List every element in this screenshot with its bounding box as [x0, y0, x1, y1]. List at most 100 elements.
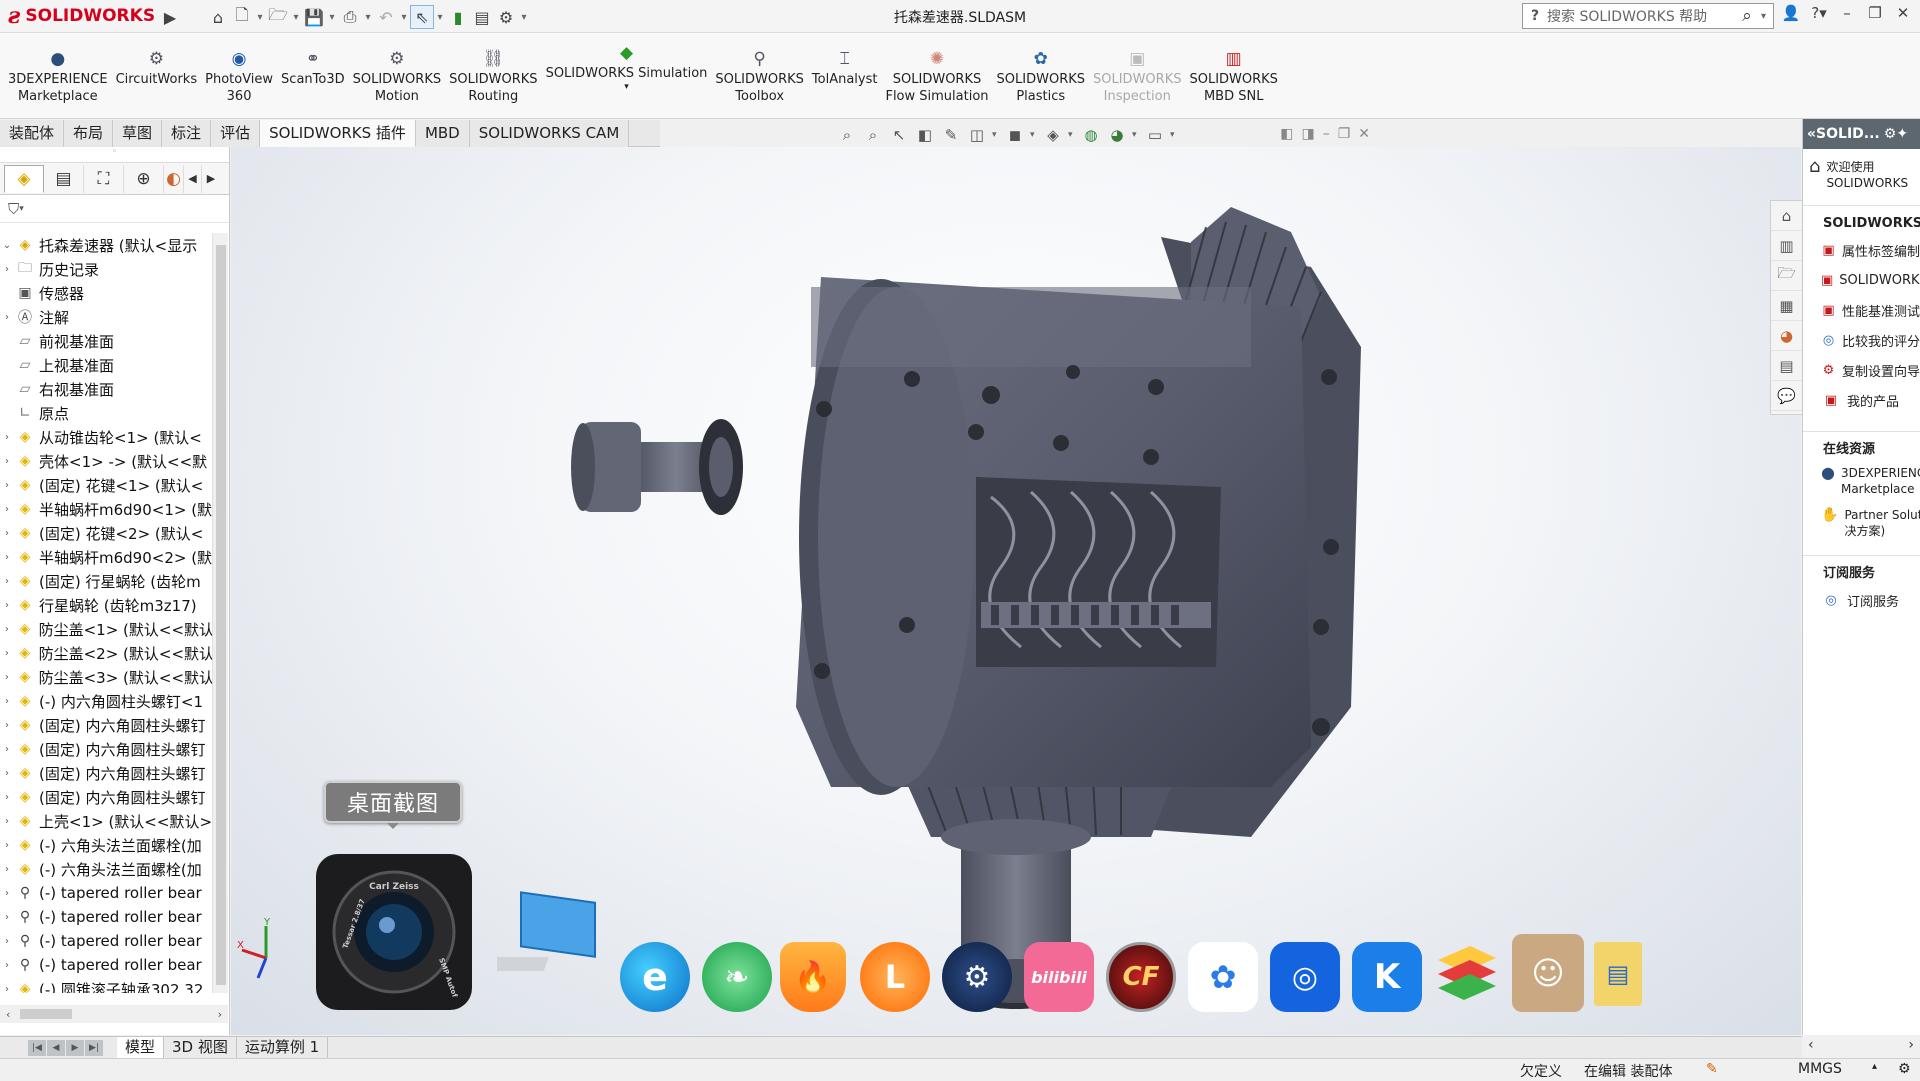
expand-icon[interactable]: ›: [0, 696, 14, 707]
tab-cam[interactable]: SOLIDWORKS CAM: [469, 120, 630, 147]
section-view-icon[interactable]: ◧: [914, 124, 936, 146]
tree-item-right-plane[interactable]: ▱ 右视基准面: [0, 377, 212, 401]
dynamic-annotation-icon[interactable]: ✎: [940, 124, 962, 146]
edit-appearance-icon[interactable]: ◍: [1080, 124, 1102, 146]
feature-manager-tab-icon[interactable]: ◈: [4, 164, 44, 193]
tree-item-component[interactable]: › ◈ 半轴蜗杆m6d90<2> (默: [0, 545, 212, 569]
search-icon[interactable]: ⌕: [1733, 6, 1761, 26]
tree-horizontal-scrollbar[interactable]: ‹ ›: [0, 1005, 228, 1023]
hide-show-dropdown-icon[interactable]: ▾: [1068, 130, 1076, 140]
next-tab-icon[interactable]: ▶: [66, 1039, 84, 1056]
forum-icon[interactable]: 💬: [1771, 381, 1802, 411]
minimize-icon[interactable]: –: [1836, 4, 1858, 22]
expand-icon[interactable]: ›: [0, 312, 14, 323]
previous-view-icon[interactable]: ↖: [888, 124, 910, 146]
task-pane-scrollbar[interactable]: ‹ ›: [1802, 1036, 1920, 1054]
ribbon-motion[interactable]: ⚙ SOLIDWORKS Motion: [349, 33, 445, 105]
view-palette-icon[interactable]: ▦: [1771, 291, 1802, 321]
tree-item-component[interactable]: › ◈ (固定) 内六角圆柱头螺钉: [0, 737, 212, 761]
security-shield-app-icon[interactable]: 🔥: [780, 942, 846, 1012]
expand-icon[interactable]: ›: [0, 432, 14, 443]
zoom-area-icon[interactable]: ⌕: [862, 124, 884, 146]
screenshot-tool-icon[interactable]: ◎: [1270, 942, 1340, 1012]
scroll-right-icon[interactable]: ›: [218, 1008, 222, 1021]
ribbon-simulation[interactable]: ◆ SOLIDWORKS Simulation ▾: [542, 33, 712, 92]
expand-icon[interactable]: ›: [0, 624, 14, 635]
this-pc-icon[interactable]: [497, 890, 605, 980]
hide-show-items-icon[interactable]: ◈: [1042, 124, 1064, 146]
baidu-netdisk-icon[interactable]: ✿: [1188, 942, 1258, 1012]
tab-motion-study[interactable]: 运动算例 1: [237, 1037, 329, 1058]
tree-item-component[interactable]: › ◈ (固定) 内六角圆柱头螺钉: [0, 785, 212, 809]
tool-performance-benchmark[interactable]: ▣ 性能基准测试: [1803, 295, 1920, 325]
tree-item-annotations[interactable]: › Ⓐ 注解: [0, 305, 212, 329]
help-menu-icon[interactable]: ?▾: [1808, 4, 1830, 22]
zoom-to-fit-icon[interactable]: ⌕: [836, 124, 858, 146]
expand-icon[interactable]: ›: [0, 912, 14, 923]
tree-item-sensors[interactable]: ▣ 传感器: [0, 281, 212, 305]
resources-home-icon[interactable]: ⌂: [1771, 201, 1802, 231]
tree-item-history[interactable]: › 🗀 历史记录: [0, 257, 212, 281]
ribbon-photoview[interactable]: ◉ PhotoView 360: [201, 33, 277, 105]
filter-funnel-icon[interactable]: ⛉: [8, 200, 19, 218]
help-search-box[interactable]: ? 搜索 SOLIDWORKS 帮助 ⌕ ▾: [1522, 3, 1774, 29]
ribbon-routing[interactable]: ⛓ SOLIDWORKS Routing: [445, 33, 541, 105]
green-leaf-app-icon[interactable]: ❧: [702, 942, 772, 1012]
expand-icon[interactable]: ›: [0, 984, 14, 994]
custom-properties-icon[interactable]: ▤: [1771, 351, 1802, 381]
tree-item-component[interactable]: › ◈ 防尘盖<3> (默认<<默认: [0, 665, 212, 689]
expand-icon[interactable]: ›: [0, 552, 14, 563]
tab-sketch[interactable]: 草图: [113, 120, 163, 147]
welcome-link[interactable]: ⌂ 欢迎使用 SOLIDWORKS: [1803, 149, 1920, 201]
apply-scene-dropdown-icon[interactable]: ▾: [1132, 130, 1140, 140]
ribbon-mbd-snl[interactable]: ▥ SOLIDWORKS MBD SNL: [1185, 33, 1281, 105]
tree-item-component[interactable]: › ⚲ (-) tapered roller bear: [0, 905, 212, 929]
tree-vertical-scrollbar[interactable]: [212, 233, 228, 993]
user-account-icon[interactable]: 👤: [1780, 4, 1802, 22]
units-dropdown-icon[interactable]: ▴: [1872, 1061, 1877, 1072]
viewport-split-right-icon[interactable]: ◨: [1301, 126, 1314, 142]
orange-browser-icon[interactable]: L: [860, 942, 930, 1012]
k-app-icon[interactable]: K: [1352, 942, 1422, 1012]
apply-scene-icon[interactable]: ◕: [1106, 124, 1128, 146]
tabs-scroll-right-icon[interactable]: ▶: [202, 165, 220, 193]
expand-icon[interactable]: ›: [0, 792, 14, 803]
expand-icon[interactable]: ›: [0, 504, 14, 515]
expand-icon[interactable]: ›: [0, 720, 14, 731]
expand-icon[interactable]: ›: [0, 600, 14, 611]
customize-status-icon[interactable]: ⚙: [1898, 1061, 1911, 1077]
tree-item-component[interactable]: › ◈ 防尘盖<1> (默认<<默认: [0, 617, 212, 641]
view-orientation-dropdown-icon[interactable]: ▾: [992, 130, 1000, 140]
viewport-split-left-icon[interactable]: ◧: [1280, 126, 1293, 142]
tabs-scroll-left-icon[interactable]: ◀: [184, 164, 202, 193]
bluestacks-icon[interactable]: [1430, 940, 1502, 1012]
tree-item-top-plane[interactable]: ▱ 上视基准面: [0, 353, 212, 377]
tab-model[interactable]: 模型: [117, 1037, 165, 1058]
tree-item-component[interactable]: › ◈ (固定) 内六角圆柱头螺钉: [0, 761, 212, 785]
ribbon-flow-simulation[interactable]: ✺ SOLIDWORKS Flow Simulation: [881, 33, 992, 105]
property-manager-tab-icon[interactable]: ▤: [44, 164, 84, 193]
display-style-dropdown-icon[interactable]: ▾: [1030, 130, 1038, 140]
appearances-icon[interactable]: ◕: [1771, 321, 1802, 351]
help-question-icon[interactable]: ?: [1523, 8, 1547, 24]
help-search-input[interactable]: 搜索 SOLIDWORKS 帮助: [1547, 6, 1733, 26]
tree-item-origin[interactable]: ∟ 原点: [0, 401, 212, 425]
tree-item-component[interactable]: › ◈ 半轴蜗杆m6d90<1> (默: [0, 497, 212, 521]
restore-icon[interactable]: ❐: [1864, 4, 1886, 22]
scroll-thumb[interactable]: [20, 1009, 72, 1019]
tree-item-component[interactable]: › ◈ (固定) 行星蜗轮 (齿轮m: [0, 569, 212, 593]
tree-item-component[interactable]: › ⚲ (-) tapered roller bear: [0, 881, 212, 905]
scroll-thumb[interactable]: [216, 245, 226, 985]
tree-root-assembly[interactable]: ⌄ ◈ 托森差速器 (默认<显示: [0, 233, 212, 257]
tab-3d-views[interactable]: 3D 视图: [164, 1037, 237, 1058]
display-style-icon[interactable]: ◼: [1004, 124, 1026, 146]
rebuild-status-icon[interactable]: ✎: [1706, 1061, 1718, 1077]
tab-markup[interactable]: 标注: [162, 120, 212, 147]
search-dropdown-icon[interactable]: ▾: [1761, 11, 1773, 22]
view-settings-dropdown-icon[interactable]: ▾: [1170, 130, 1178, 140]
ribbon-inspection[interactable]: ▣ SOLIDWORKS Inspection: [1089, 33, 1185, 105]
viewport-restore-icon[interactable]: ❐: [1338, 126, 1351, 142]
dimxpert-manager-tab-icon[interactable]: ⊕: [124, 164, 164, 193]
ribbon-circuitworks[interactable]: ⚙ CircuitWorks: [112, 33, 202, 88]
ribbon-3dexperience-marketplace[interactable]: ● 3DEXPERIENCE Marketplace: [4, 33, 112, 105]
